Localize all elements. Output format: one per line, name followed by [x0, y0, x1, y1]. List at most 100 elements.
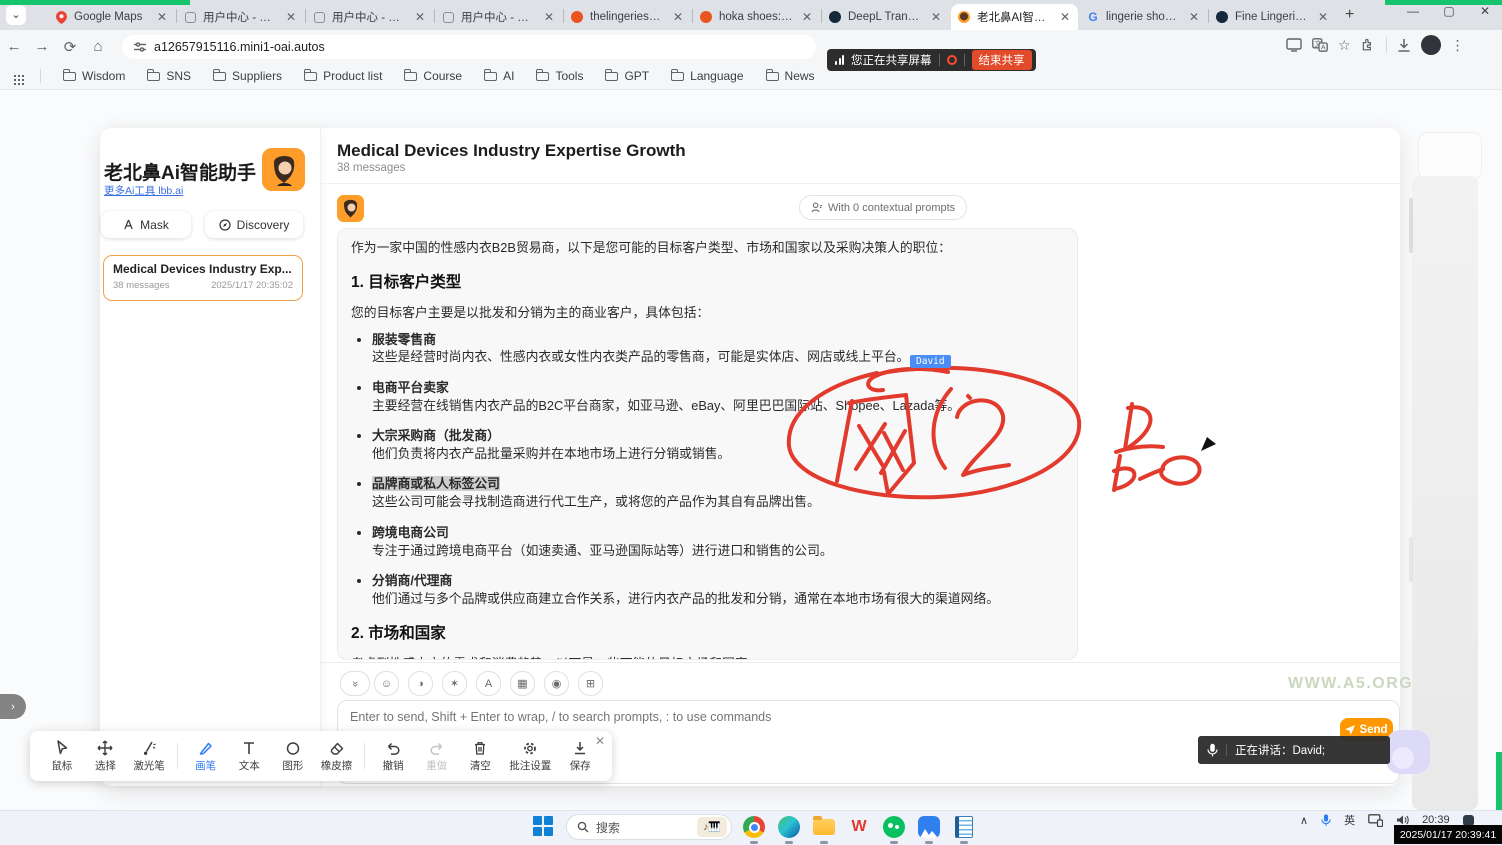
bookmark-tools[interactable]: Tools [536, 69, 583, 83]
font-size-icon[interactable]: A [476, 671, 501, 696]
close-icon[interactable]: ✕ [800, 10, 814, 24]
taskbar-explorer-icon[interactable] [811, 814, 837, 840]
save-download-icon [571, 739, 589, 757]
back-icon[interactable]: ← [0, 38, 28, 55]
tray-mic-icon[interactable] [1321, 813, 1331, 827]
tool-pen-active[interactable]: 画笔 [184, 739, 228, 773]
tab-thelingerieshop[interactable]: thelingerieshop ✕ [564, 4, 691, 30]
tab-title: 用户中心 - 首页 [203, 9, 278, 25]
reload-icon[interactable]: ⟳ [56, 38, 84, 56]
close-icon[interactable]: ✕ [284, 10, 298, 24]
apps-grid-icon[interactable] [14, 75, 16, 77]
tab-lingerie-shop[interactable]: G lingerie shop - G ✕ [1080, 4, 1207, 30]
mic-icon [1207, 743, 1218, 757]
window-close-button[interactable]: ✕ [1470, 4, 1500, 18]
theme-face-icon[interactable]: ☺ [374, 671, 399, 696]
new-tab-button[interactable]: + [1345, 6, 1354, 24]
model-robot-icon[interactable]: ◉ [544, 671, 569, 696]
close-icon[interactable]: ✕ [413, 10, 427, 24]
more-tools-link[interactable]: 更多Ai工具 lbb.ai [104, 183, 183, 198]
plugins-grid-icon[interactable]: ⊞ [578, 671, 603, 696]
close-icon[interactable]: ✕ [671, 10, 685, 24]
mask-button[interactable]: Mask [101, 211, 191, 238]
close-icon[interactable]: ✕ [1316, 10, 1330, 24]
bookmark-language[interactable]: Language [671, 69, 743, 83]
close-icon[interactable]: ✕ [542, 10, 556, 24]
tab-deepl[interactable]: DeepL Translate ✕ [822, 4, 949, 30]
tray-app-icon[interactable] [1463, 815, 1474, 826]
contextual-prompts-pill[interactable]: With 0 contextual prompts [799, 195, 967, 220]
image-upload-icon[interactable]: ▦ [510, 671, 535, 696]
stop-share-button[interactable]: 结束共享 [972, 50, 1032, 70]
profile-avatar[interactable] [1421, 35, 1441, 55]
close-icon[interactable]: ✕ [155, 10, 169, 24]
tool-clear[interactable]: 清空 [459, 739, 503, 773]
menu-kebab-icon[interactable]: ⋮ [1451, 37, 1465, 54]
download-icon[interactable] [1397, 38, 1411, 53]
address-bar[interactable]: a12657915116.mini1-oai.autos [122, 35, 816, 59]
collapse-chevrons-icon[interactable]: » [340, 671, 370, 696]
forward-icon[interactable]: → [28, 38, 56, 55]
bookmark-ai[interactable]: AI [484, 69, 514, 83]
bookmark-wisdom[interactable]: Wisdom [63, 69, 125, 83]
start-button[interactable] [531, 814, 557, 840]
close-icon[interactable]: ✕ [1187, 10, 1201, 24]
tab-user-center-3[interactable]: 用户中心 - 首页 ✕ [435, 4, 562, 30]
toolbar-close-icon[interactable]: ✕ [595, 734, 605, 748]
bookmark-news[interactable]: News [766, 69, 815, 83]
tool-shape[interactable]: 图形 [271, 739, 315, 773]
bookmark-product-list[interactable]: Product list [304, 69, 382, 83]
cast-icon[interactable] [1286, 38, 1302, 52]
tab-search-button[interactable]: ⌄ [6, 5, 26, 25]
dark-mode-icon[interactable]: ◑ [408, 671, 433, 696]
taskbar-search[interactable]: 搜索 ♪🎹 [566, 814, 732, 840]
scrollbar-thumb[interactable] [1409, 537, 1413, 582]
panel-expand-handle[interactable]: › [0, 694, 26, 719]
tab-fine-lingerie[interactable]: Fine Lingerie, Sle ✕ [1209, 4, 1336, 30]
list-item: 服装零售商这些是经营时尚内衣、性感内衣或女性内衣类产品的零售商，可能是实体店、网… [372, 331, 1064, 367]
floating-assistant-widget[interactable] [1386, 730, 1430, 774]
tool-settings[interactable]: 批注设置 [502, 739, 558, 773]
taskbar-wechat-icon[interactable] [881, 814, 907, 840]
tool-select[interactable]: 选择 [84, 739, 128, 773]
chat-list-item[interactable]: Medical Devices Industry Exp... 38 messa… [103, 255, 303, 301]
tool-text[interactable]: 文本 [227, 739, 271, 773]
window-minimize-button[interactable]: — [1398, 4, 1428, 18]
collapsed-right-panel [1412, 176, 1478, 810]
close-icon[interactable]: ✕ [929, 10, 943, 24]
home-icon[interactable]: ⌂ [84, 38, 112, 55]
bookmark-sns[interactable]: SNS [147, 69, 191, 83]
tray-ime-indicator[interactable]: 英 [1344, 812, 1355, 828]
scrollbar-thumb[interactable] [1409, 198, 1413, 253]
tool-laser[interactable]: 激光笔 [127, 739, 171, 773]
window-maximize-button[interactable]: ▢ [1434, 4, 1464, 18]
tab-hoka-shoes[interactable]: hoka shoes: Ove ✕ [693, 4, 820, 30]
tool-mouse[interactable]: 鼠标 [40, 739, 84, 773]
tab-user-center-2[interactable]: 用户中心 - 首页 ✕ [306, 4, 433, 30]
bookmark-suppliers[interactable]: Suppliers [213, 69, 282, 83]
tray-chevron-icon[interactable]: ∧ [1300, 814, 1308, 827]
taskbar-wps-icon[interactable]: W [846, 814, 872, 840]
bookmark-gpt[interactable]: GPT [605, 69, 649, 83]
tool-eraser[interactable]: 橡皮擦 [315, 739, 359, 773]
taskbar-notes-icon[interactable] [951, 814, 977, 840]
list-item: 品牌商或私人标签公司这些公司可能会寻找制造商进行代工生产，或将您的产品作为其自有… [372, 475, 1064, 511]
taskbar-meeting-icon[interactable] [916, 814, 942, 840]
tab-laobeibi-active[interactable]: 老北鼻AI智能助手 ✕ [951, 4, 1078, 30]
taskbar-chrome-icon[interactable] [741, 814, 767, 840]
bookmark-course[interactable]: Course [404, 69, 462, 83]
tab-user-center-1[interactable]: 用户中心 - 首页 ✕ [177, 4, 304, 30]
taskbar-edge-icon[interactable] [776, 814, 802, 840]
bookmark-star-icon[interactable]: ☆ [1338, 37, 1351, 54]
tab-google-maps[interactable]: Google Maps ✕ [48, 4, 175, 30]
discovery-button[interactable]: Discovery [205, 211, 303, 238]
translate-icon[interactable]: 文A [1312, 38, 1328, 52]
tray-cast-icon[interactable] [1368, 814, 1383, 827]
prompt-wand-icon[interactable]: ✶ [442, 671, 467, 696]
extensions-icon[interactable] [1361, 38, 1376, 53]
close-icon[interactable]: ✕ [1058, 10, 1072, 24]
tool-undo[interactable]: 撤销 [371, 739, 415, 773]
search-highlight-image[interactable]: ♪🎹 [697, 817, 727, 837]
bookmarks-bar: Wisdom SNS Suppliers Product list Course… [0, 63, 1502, 90]
bookmark-label: Tools [555, 69, 583, 83]
